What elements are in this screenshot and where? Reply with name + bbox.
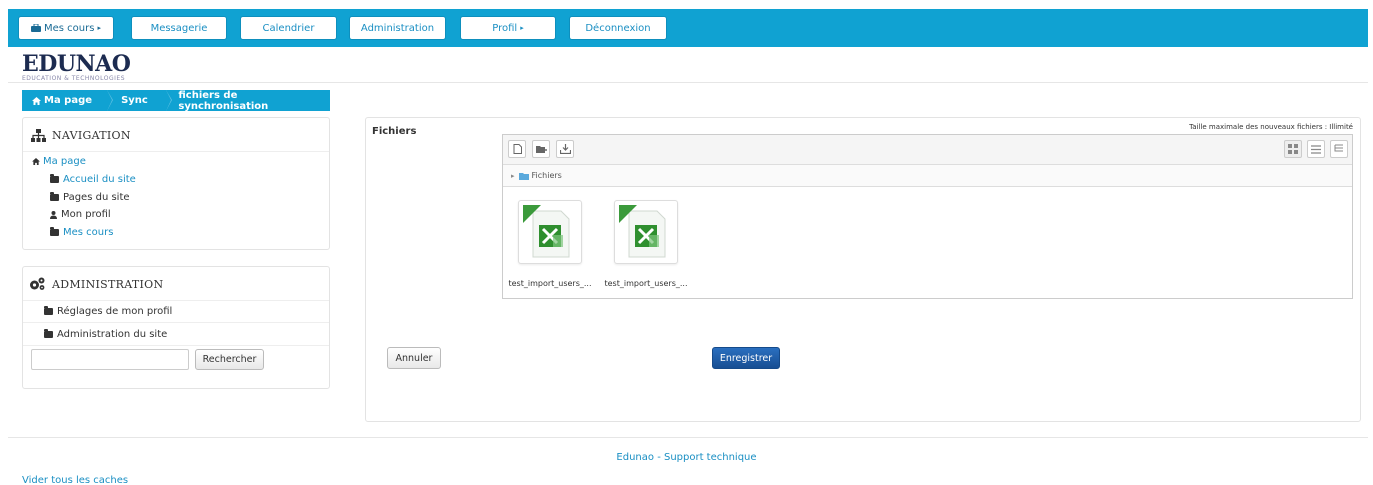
view-icons-button[interactable] <box>1284 140 1302 158</box>
cancel-label: Annuler <box>395 352 433 364</box>
cogs-icon <box>30 277 45 290</box>
add-file-button[interactable] <box>508 140 526 158</box>
purge-caches-link[interactable]: Vider tous les caches <box>22 475 128 485</box>
file-item-2[interactable] <box>614 200 678 264</box>
nav-item-accueil[interactable]: Accueil du site <box>50 174 136 185</box>
home-icon <box>32 158 40 165</box>
file-item-1[interactable] <box>518 200 582 264</box>
grid-view-icon <box>1288 144 1298 154</box>
caret-right-icon: ▸ <box>520 24 524 32</box>
support-link[interactable]: Edunao - Support technique <box>0 452 1373 463</box>
breadcrumb-label: Sync <box>121 95 148 106</box>
view-tree-button[interactable] <box>1330 140 1348 158</box>
admin-search-input[interactable] <box>31 349 189 370</box>
file-name-1[interactable]: test_import_users_... <box>505 279 595 288</box>
navigation-block: NAVIGATION Ma page Accueil du site Pages… <box>22 117 330 250</box>
download-button[interactable] <box>556 140 574 158</box>
breadcrumb-item-ma-page[interactable]: Ma page <box>22 90 114 111</box>
deconnexion-button[interactable]: Déconnexion <box>569 16 667 40</box>
save-label: Enregistrer <box>719 352 773 364</box>
download-icon <box>559 144 571 154</box>
nav-item-pages-du-site[interactable]: Pages du site <box>50 192 130 203</box>
header-divider <box>8 82 1368 83</box>
folder-icon <box>50 174 59 183</box>
list-view-icon <box>1311 144 1321 154</box>
breadcrumb: Ma page Sync fichiers de synchronisation <box>22 89 330 112</box>
admin-item-administration-du-site[interactable]: Administration du site <box>23 323 329 346</box>
nav-item-label: Accueil du site <box>63 174 136 185</box>
expand-arrow-icon[interactable]: ▸ <box>511 172 515 180</box>
fichiers-label: Fichiers <box>372 126 417 137</box>
rechercher-label: Rechercher <box>202 354 257 365</box>
excel-file-icon <box>619 205 666 258</box>
nav-item-ma-page[interactable]: Ma page <box>32 156 86 167</box>
logo-tagline: EDUCATION & TECHNOLOGIES <box>22 75 126 82</box>
mes-cours-menu[interactable]: Mes cours ▸ <box>18 16 114 40</box>
profil-label: Profil <box>492 22 518 34</box>
footer-divider <box>8 437 1368 438</box>
administration-button[interactable]: Administration <box>349 16 446 40</box>
messagerie-button[interactable]: Messagerie <box>131 16 227 40</box>
nav-item-label: Mes cours <box>63 227 114 238</box>
max-file-size-info: Taille maximale des nouveaux fichiers : … <box>1189 123 1353 131</box>
home-icon <box>32 96 41 105</box>
nav-item-label: Ma page <box>43 156 86 167</box>
administration-block: ADMINISTRATION Réglages de mon profil Ad… <box>22 266 330 389</box>
folder-icon <box>44 305 53 315</box>
admin-item-label: Réglages de mon profil <box>57 305 173 317</box>
create-folder-button[interactable] <box>532 140 550 158</box>
sitemap-icon <box>31 128 46 142</box>
folder-icon <box>44 328 53 338</box>
breadcrumb-item-fichiers[interactable]: fichiers de synchronisation <box>166 89 330 112</box>
breadcrumb-label: Ma page <box>44 95 93 106</box>
path-label[interactable]: Fichiers <box>532 171 562 180</box>
top-navbar: Mes cours ▸ Messagerie Calendrier Adminis… <box>8 9 1368 47</box>
admin-item-content: Administration du site <box>44 328 168 340</box>
administration-header: ADMINISTRATION <box>29 275 163 293</box>
user-icon <box>50 210 57 219</box>
cancel-button[interactable]: Annuler <box>387 347 441 369</box>
messagerie-label: Messagerie <box>150 22 208 34</box>
nav-item-mes-cours[interactable]: Mes cours <box>50 227 113 238</box>
view-list-button[interactable] <box>1307 140 1325 158</box>
breadcrumb-label: fichiers de synchronisation <box>178 89 269 112</box>
admin-item-content: Réglages de mon profil <box>44 305 173 317</box>
file-manager-path: ▸ Fichiers <box>503 165 1352 187</box>
administration-title: ADMINISTRATION <box>52 277 164 291</box>
mes-cours-label: Mes cours <box>44 22 95 34</box>
save-button[interactable]: Enregistrer <box>712 347 780 369</box>
breadcrumb-item-sync[interactable]: Sync <box>107 90 173 111</box>
nav-item-label: Pages du site <box>63 192 130 203</box>
rechercher-button[interactable]: Rechercher <box>195 349 264 370</box>
profil-menu[interactable]: Profil ▸ <box>460 16 556 40</box>
folder-add-icon <box>535 145 547 153</box>
calendrier-button[interactable]: Calendrier <box>240 16 337 40</box>
admin-item-reglages[interactable]: Réglages de mon profil <box>23 300 329 323</box>
divider <box>23 151 329 152</box>
nav-item-label: Mon profil <box>61 209 111 220</box>
logo-wordmark: EDUNAO <box>22 51 131 77</box>
folder-icon <box>50 192 59 201</box>
briefcase-icon <box>31 24 42 32</box>
navigation-title: NAVIGATION <box>52 128 131 142</box>
navigation-header: NAVIGATION <box>31 126 131 144</box>
nav-item-mon-profil[interactable]: Mon profil <box>50 209 111 220</box>
file-name-2[interactable]: test_import_users_... <box>601 279 691 288</box>
folder-icon <box>518 172 529 180</box>
excel-file-icon <box>523 205 570 258</box>
folder-icon <box>50 227 59 236</box>
calendrier-label: Calendrier <box>262 22 315 34</box>
administration-label: Administration <box>360 22 435 34</box>
admin-item-label: Administration du site <box>57 328 168 340</box>
edunao-logo[interactable]: EDUNAO EDUCATION & TECHNOLOGIES <box>22 51 131 82</box>
file-add-icon <box>513 144 522 154</box>
file-manager-toolbar <box>503 135 1352 165</box>
deconnexion-label: Déconnexion <box>585 22 651 34</box>
tree-view-icon <box>1334 144 1343 152</box>
caret-right-icon: ▸ <box>97 24 101 32</box>
